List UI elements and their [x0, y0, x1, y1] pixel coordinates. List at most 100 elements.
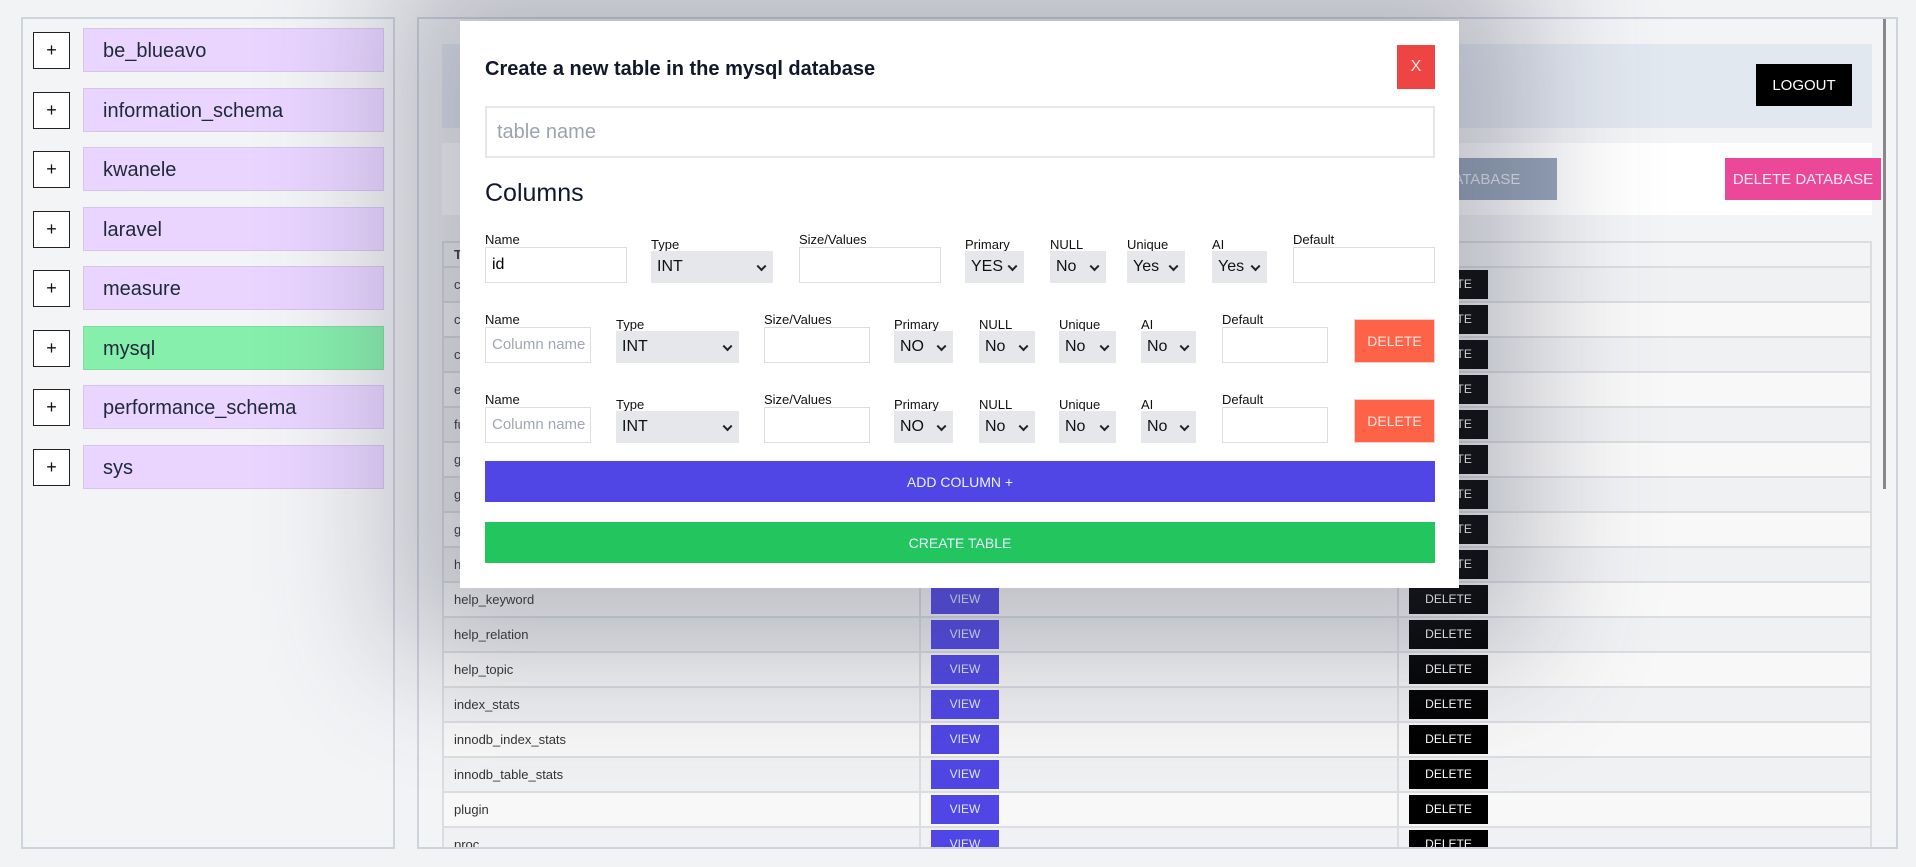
column-size-input[interactable] — [799, 247, 941, 283]
column-unique-select[interactable]: Yes — [1127, 251, 1185, 283]
column-name-input[interactable] — [485, 247, 627, 283]
sidebar-item-mysql: + mysql — [33, 325, 385, 370]
column-null-select[interactable]: No — [1050, 251, 1106, 283]
table-name: help_topic — [442, 651, 921, 688]
column-null-select[interactable]: No — [979, 411, 1035, 443]
column-ai-select[interactable]: No — [1141, 411, 1196, 443]
delete-column-button[interactable]: DELETE — [1354, 319, 1435, 363]
column-ai-select[interactable]: No — [1141, 331, 1196, 363]
column-type-label: Type — [651, 237, 680, 252]
delete-table-button[interactable]: DELETE — [1409, 760, 1488, 789]
column-ai-label: AI — [1141, 317, 1154, 332]
column-name-input[interactable] — [485, 327, 591, 363]
column-size-input[interactable] — [764, 407, 870, 443]
expand-database-button[interactable]: + — [33, 329, 70, 367]
chevron-down-icon — [1007, 261, 1018, 272]
delete-cell: DELETE — [1397, 581, 1872, 618]
delete-cell: DELETE — [1397, 266, 1872, 303]
column-null-select[interactable]: No — [979, 331, 1035, 363]
database-link[interactable]: information_schema — [83, 87, 384, 132]
delete-cell: DELETE — [1397, 371, 1872, 408]
column-default-label: Default — [1293, 232, 1335, 247]
column-name-label: Name — [485, 232, 520, 247]
delete-cell: DELETE — [1397, 441, 1872, 478]
scrollbar[interactable] — [1883, 19, 1886, 489]
expand-database-button[interactable]: + — [33, 210, 70, 248]
expand-database-button[interactable]: + — [33, 151, 70, 188]
create-table-button[interactable]: CREATE TABLE — [485, 522, 1435, 563]
delete-table-button[interactable]: DELETE — [1409, 795, 1488, 824]
column-type-select[interactable]: INT — [616, 411, 739, 443]
chevron-down-icon — [722, 341, 733, 352]
chevron-down-icon — [1099, 341, 1110, 352]
selected-value: No — [1147, 338, 1168, 355]
view-table-button[interactable]: VIEW — [931, 620, 999, 649]
view-table-button[interactable]: VIEW — [931, 795, 999, 824]
table-name-input[interactable] — [485, 106, 1435, 158]
delete-cell: DELETE — [1397, 476, 1872, 513]
delete-table-button[interactable]: DELETE — [1409, 830, 1488, 847]
close-modal-button[interactable]: X — [1397, 45, 1435, 89]
table-name: index_stats — [442, 686, 921, 723]
column-default-input[interactable] — [1222, 327, 1328, 363]
delete-cell: DELETE — [1397, 826, 1872, 847]
delete-cell: DELETE — [1397, 301, 1872, 338]
view-table-button[interactable]: VIEW — [931, 655, 999, 684]
table-name: help_relation — [442, 616, 921, 653]
delete-table-button[interactable]: DELETE — [1409, 620, 1488, 649]
column-primary-select[interactable]: NO — [894, 331, 953, 363]
column-unique-select[interactable]: No — [1059, 331, 1116, 363]
view-table-button[interactable]: VIEW — [931, 690, 999, 719]
column-type-select[interactable]: INT — [651, 251, 773, 283]
sidebar-item-be_blueavo: + be_blueavo — [33, 28, 385, 72]
table-name: innodb_index_stats — [442, 721, 921, 758]
delete-column-button[interactable]: DELETE — [1354, 399, 1435, 443]
add-column-button[interactable]: ADD COLUMN + — [485, 461, 1435, 502]
database-link[interactable]: be_blueavo — [83, 28, 384, 72]
delete-table-button[interactable]: DELETE — [1409, 655, 1488, 684]
column-name-input[interactable] — [485, 407, 591, 443]
column-unique-select[interactable]: No — [1059, 411, 1116, 443]
view-table-button[interactable]: VIEW — [931, 725, 999, 754]
delete-database-button[interactable]: DELETE DATABASE — [1725, 158, 1881, 200]
table-row: plugin VIEW DELETE — [442, 791, 1872, 828]
column-primary-select[interactable]: YES — [965, 251, 1024, 283]
database-link[interactable]: mysql — [83, 325, 384, 370]
view-table-button[interactable]: VIEW — [931, 830, 999, 847]
view-table-button[interactable]: VIEW — [931, 760, 999, 789]
selected-value: No — [1056, 258, 1077, 275]
view-table-button[interactable]: VIEW — [931, 585, 999, 614]
chevron-down-icon — [1179, 341, 1190, 352]
expand-database-button[interactable]: + — [33, 270, 70, 307]
column-ai-select[interactable]: Yes — [1212, 251, 1267, 283]
database-link[interactable]: measure — [83, 266, 384, 310]
expand-database-button[interactable]: + — [33, 448, 70, 486]
column-primary-select[interactable]: NO — [894, 411, 953, 443]
column-size-input[interactable] — [764, 327, 870, 363]
logout-button[interactable]: LOGOUT — [1756, 64, 1852, 106]
delete-table-button[interactable]: DELETE — [1409, 690, 1488, 719]
delete-cell: DELETE — [1397, 511, 1872, 548]
sidebar-item-performance_schema: + performance_schema — [33, 385, 385, 429]
column-unique-label: Unique — [1059, 317, 1101, 332]
column-type-label: Type — [616, 397, 645, 412]
chevron-down-icon — [756, 261, 767, 272]
sidebar-item-measure: + measure — [33, 266, 385, 310]
expand-database-button[interactable]: + — [33, 389, 70, 426]
expand-database-button[interactable]: + — [33, 91, 70, 129]
column-default-input[interactable] — [1222, 407, 1328, 443]
database-link[interactable]: kwanele — [83, 147, 384, 191]
column-default-label: Default — [1222, 312, 1264, 327]
table-name: innodb_table_stats — [442, 756, 921, 793]
delete-table-button[interactable]: DELETE — [1409, 725, 1488, 754]
database-link[interactable]: sys — [83, 444, 384, 489]
column-default-input[interactable] — [1293, 247, 1435, 283]
selected-value: Yes — [1133, 258, 1160, 275]
delete-table-button[interactable]: DELETE — [1409, 585, 1488, 614]
database-link[interactable]: laravel — [83, 206, 384, 251]
expand-database-button[interactable]: + — [33, 32, 70, 69]
column-type-select[interactable]: INT — [616, 331, 739, 363]
chevron-down-icon — [1179, 421, 1190, 432]
table-row: innodb_table_stats VIEW DELETE — [442, 756, 1872, 793]
database-link[interactable]: performance_schema — [83, 385, 384, 429]
